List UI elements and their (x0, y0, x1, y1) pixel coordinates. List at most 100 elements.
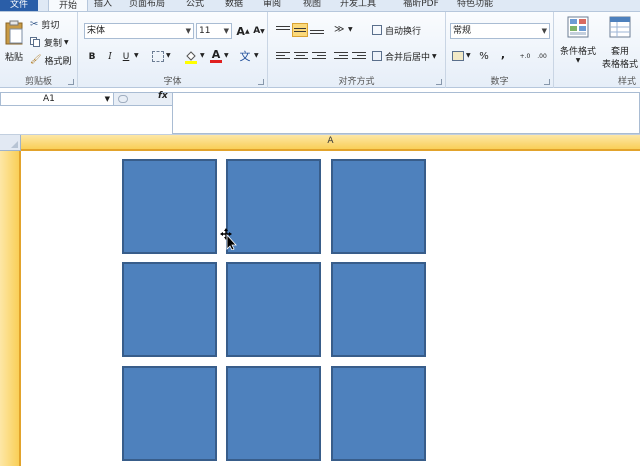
tab-foxit-pdf[interactable]: 福昕PDF (394, 0, 448, 11)
merge-center-button[interactable]: 合并后居中 ▼ (372, 49, 437, 63)
dialog-launcher-icon[interactable] (258, 79, 264, 85)
paste-label: 粘贴 (4, 52, 23, 63)
column-header-a[interactable]: A (21, 135, 640, 151)
rectangle-shape[interactable] (331, 159, 426, 254)
tab-developer[interactable]: 开发工具 (334, 0, 382, 11)
align-right-icon[interactable] (312, 50, 326, 61)
tab-file[interactable]: 文件 (0, 0, 38, 11)
dialog-launcher-icon[interactable] (436, 79, 442, 85)
clipboard-group-label: 剪贴板 (24, 77, 52, 87)
formula-bar: A1 ▼ fx (0, 89, 640, 135)
rectangle-shape[interactable] (226, 366, 321, 461)
tab-view[interactable]: 视图 (296, 0, 328, 11)
dialog-launcher-icon[interactable] (544, 79, 550, 85)
tab-formulas[interactable]: 公式 (180, 0, 210, 11)
align-left-icon[interactable] (276, 50, 290, 61)
conditional-format-button[interactable]: 条件格式 ▼ (556, 16, 600, 72)
decrease-decimal-button[interactable]: .00 (534, 50, 550, 62)
number-format-value: 常规 (453, 26, 472, 36)
chevron-down-icon: ▼ (575, 57, 581, 64)
cut-button[interactable]: ✂ 剪切 (30, 18, 60, 31)
clipboard-group: 粘贴 ✂ 剪切 复制 ▼ 🖌 格式刷 剪贴板 (0, 12, 78, 88)
percent-button[interactable]: % (478, 49, 490, 63)
ribbon: 粘贴 ✂ 剪切 复制 ▼ 🖌 格式刷 剪贴板 宋体 ▼ 11 ▼ A ▲ A ▼… (0, 12, 640, 88)
bold-button[interactable]: B (86, 50, 98, 64)
phonetic-button[interactable]: 文 (238, 48, 252, 64)
comma-button[interactable]: , (498, 47, 508, 61)
decrease-indent-icon[interactable] (334, 50, 348, 61)
merge-center-icon (372, 51, 382, 61)
increase-decimal-button[interactable]: +.0 (518, 50, 532, 62)
align-center-icon[interactable] (294, 50, 308, 61)
underline-button[interactable]: U (120, 50, 132, 64)
paste-button[interactable]: 粘贴 (2, 16, 26, 66)
number-format-select[interactable]: 常规 ▼ (450, 23, 550, 39)
align-top-icon[interactable] (276, 24, 290, 35)
font-color-button[interactable]: A (210, 48, 222, 64)
apply-table-label-2: 表格格式 (601, 60, 638, 70)
font-name-value: 宋体 (87, 26, 106, 36)
up-arrow-icon: ▲ (244, 27, 250, 35)
border-icon[interactable] (152, 51, 164, 62)
chevron-down-icon[interactable]: ▼ (166, 52, 171, 59)
tab-review[interactable]: 审阅 (256, 0, 288, 11)
copy-button[interactable]: 复制 ▼ (30, 36, 69, 49)
tab-home[interactable]: 开始 (48, 0, 88, 11)
rectangle-shape[interactable] (331, 366, 426, 461)
chevron-down-icon[interactable]: ▼ (134, 52, 139, 59)
tab-page-layout[interactable]: 页面布局 (122, 0, 172, 11)
grip-icon[interactable] (118, 95, 128, 103)
format-painter-button[interactable]: 🖌 格式刷 (30, 54, 71, 67)
font-name-select[interactable]: 宋体 ▼ (84, 23, 194, 39)
select-all-button[interactable] (0, 135, 21, 151)
chevron-down-icon[interactable]: ▼ (254, 52, 259, 59)
apply-table-label-1: 套用 (610, 47, 629, 57)
insert-function-button[interactable]: fx (158, 91, 168, 101)
fill-color-icon[interactable] (184, 50, 198, 64)
cut-label: 剪切 (41, 20, 60, 31)
apply-table-format-button[interactable]: 套用 表格格式 (600, 16, 640, 72)
align-middle-icon[interactable] (292, 23, 308, 37)
orientation-icon[interactable]: ≫ (334, 24, 344, 35)
scissors-icon: ✂ (30, 18, 39, 30)
font-group: 宋体 ▼ 11 ▼ A ▲ A ▼ B I U ▼ ▼ ▼ A ▼ 文 ▼ 字体 (78, 12, 268, 88)
shrink-font-button[interactable]: A ▼ (252, 23, 266, 39)
chevron-down-icon[interactable]: ▼ (348, 26, 353, 33)
rectangle-shape[interactable] (122, 366, 217, 461)
number-group-label: 数字 (490, 77, 509, 87)
merge-center-label: 合并后居中 (385, 52, 431, 63)
increase-indent-icon[interactable] (352, 50, 366, 61)
rectangle-shape[interactable] (122, 262, 217, 357)
copy-icon (30, 37, 40, 47)
font-size-select[interactable]: 11 ▼ (196, 23, 232, 39)
accounting-format-icon[interactable] (452, 51, 464, 61)
align-bottom-icon[interactable] (310, 26, 324, 37)
rectangle-shape[interactable] (331, 262, 426, 357)
table-format-icon (609, 16, 631, 38)
chevron-down-icon[interactable]: ▼ (224, 52, 229, 59)
name-box[interactable]: A1 ▼ (0, 92, 114, 106)
conditional-format-label: 条件格式 (559, 47, 596, 57)
chevron-down-icon[interactable]: ▼ (105, 93, 110, 105)
alignment-group: ≫ ▼ 自动换行 合并后居中 ▼ 对齐方式 (268, 12, 446, 88)
italic-button[interactable]: I (104, 50, 116, 64)
row-header-selected[interactable] (0, 151, 21, 466)
chevron-down-icon[interactable]: ▼ (200, 52, 205, 59)
formula-input[interactable] (172, 92, 640, 134)
dialog-launcher-icon[interactable] (68, 79, 74, 85)
rectangle-shape[interactable] (226, 159, 321, 254)
font-color-swatch (210, 60, 222, 63)
styles-group-label: 样式 (617, 77, 636, 87)
rectangle-shape[interactable] (122, 159, 217, 254)
tab-insert[interactable]: 插入 (88, 0, 118, 11)
tab-data[interactable]: 数据 (218, 0, 250, 11)
chevron-down-icon[interactable]: ▼ (466, 52, 471, 59)
grow-font-button[interactable]: A ▲ (236, 23, 250, 39)
paste-icon (5, 20, 23, 44)
brush-icon: 🖌 (30, 55, 42, 65)
styles-group: 条件格式 ▼ 套用 表格格式 样式 (554, 12, 640, 88)
tab-special-features[interactable]: 特色功能 (450, 0, 500, 11)
wrap-text-button[interactable]: 自动换行 (372, 23, 421, 37)
conditional-format-icon (567, 16, 589, 38)
rectangle-shape[interactable] (226, 262, 321, 357)
